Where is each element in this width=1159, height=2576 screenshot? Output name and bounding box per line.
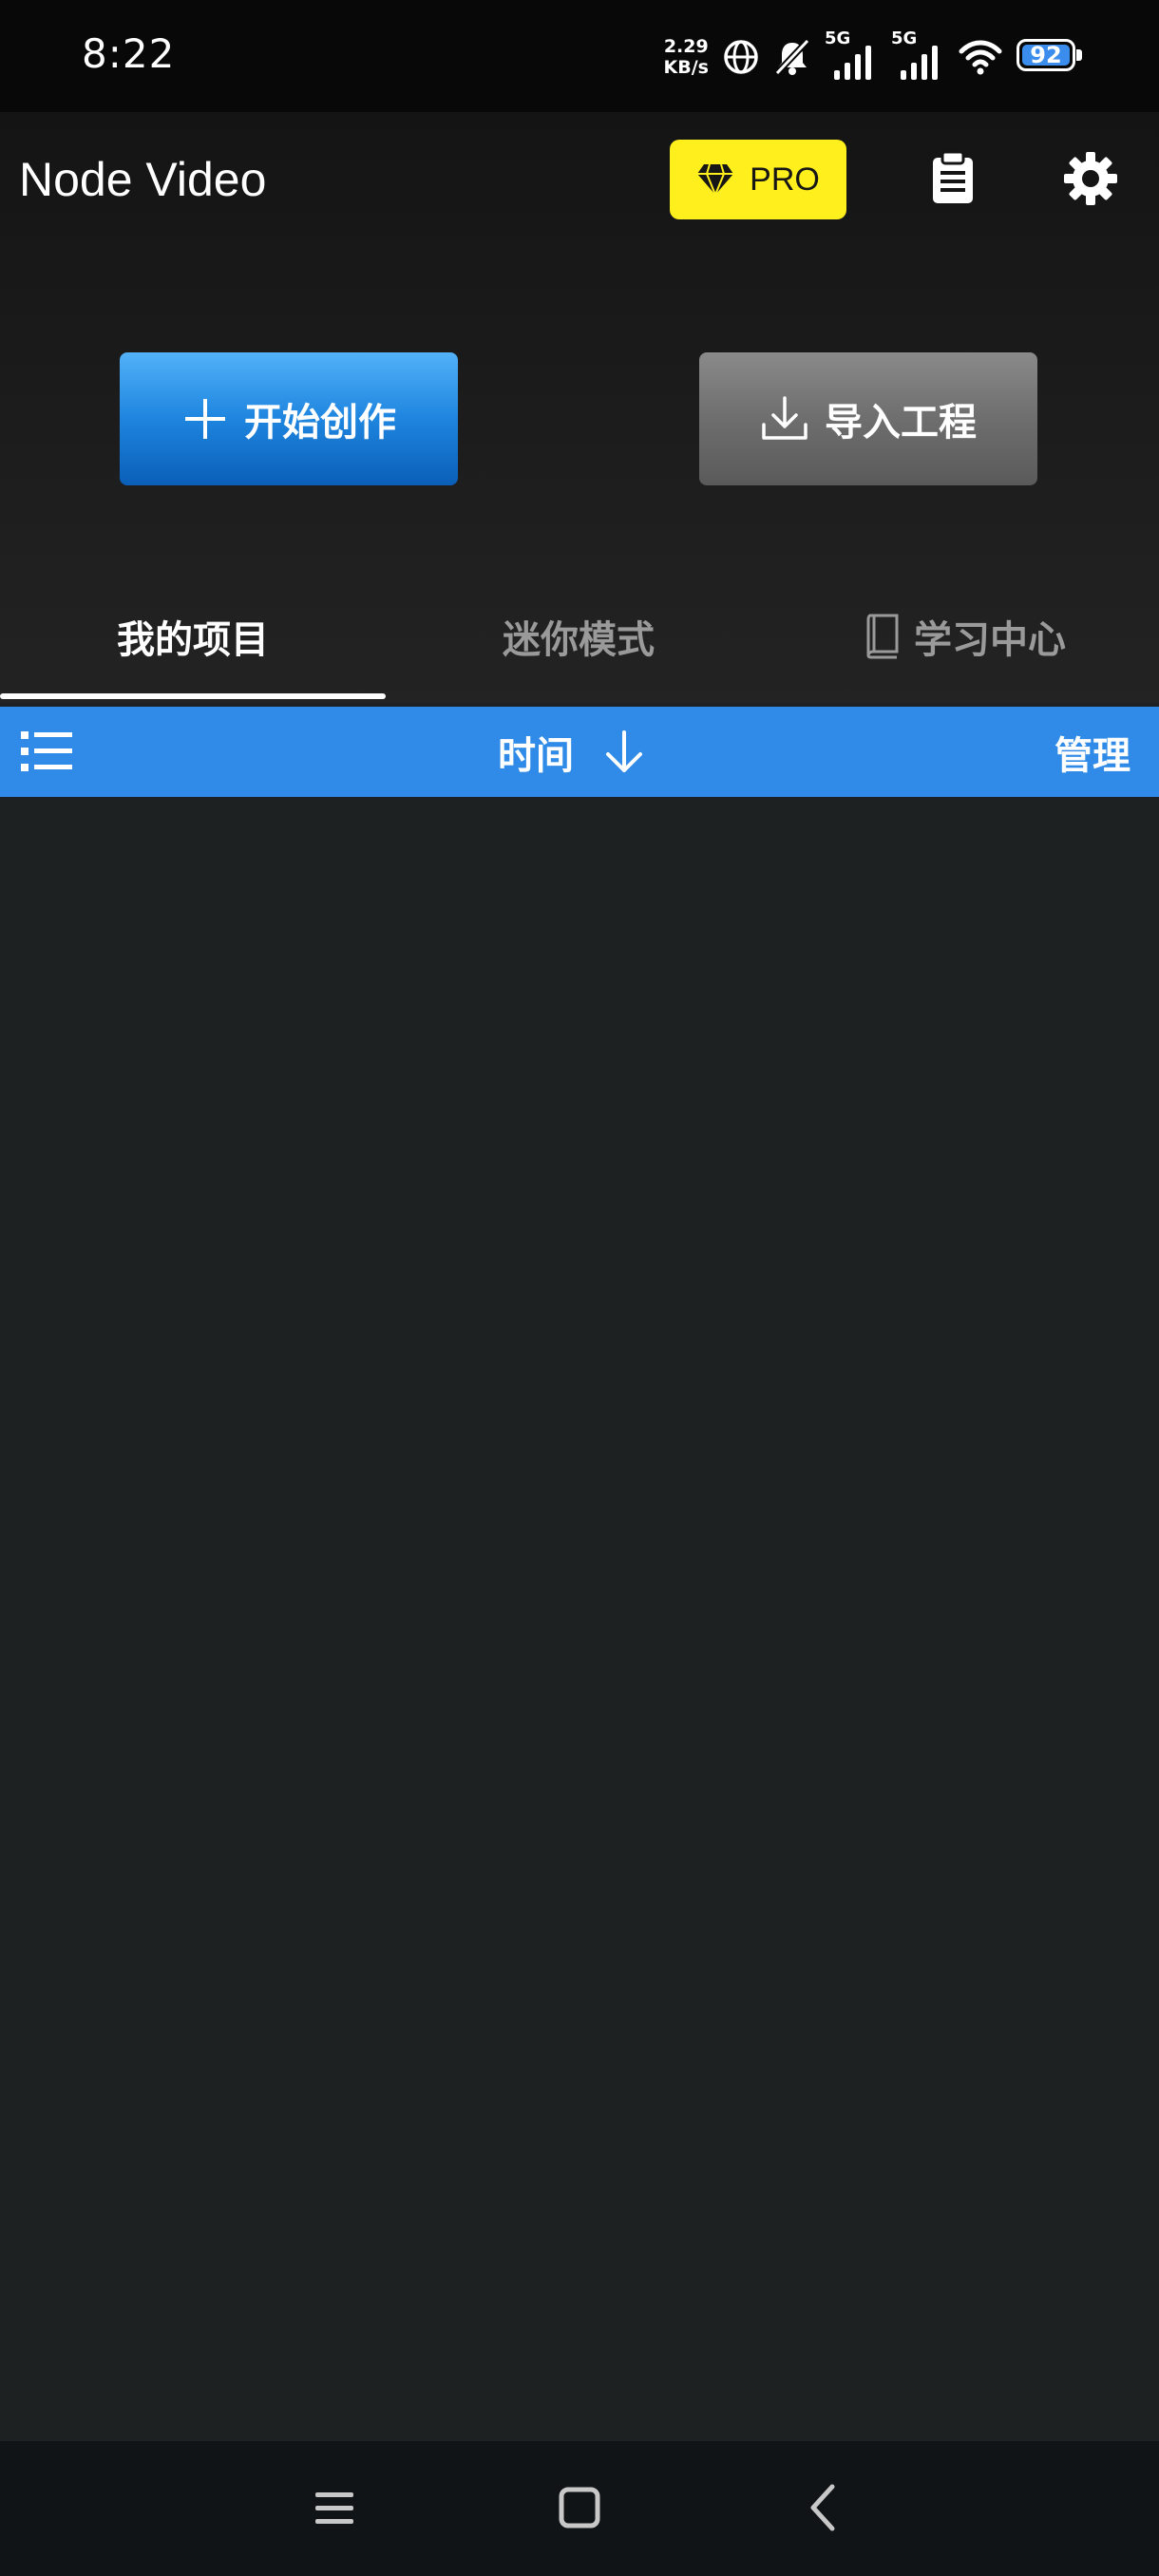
diamond-icon — [697, 163, 734, 197]
plus-icon — [185, 399, 225, 439]
gear-icon[interactable] — [1062, 150, 1119, 207]
manage-button[interactable]: 管理 — [1054, 707, 1130, 797]
clipboard-icon[interactable] — [931, 150, 975, 205]
tab-mini-mode[interactable]: 迷你模式 — [386, 575, 771, 698]
battery-icon: 92 — [1016, 39, 1085, 75]
system-nav-bar — [0, 2441, 1159, 2576]
arrow-down-icon — [606, 729, 642, 772]
book-icon — [866, 614, 899, 659]
sort-by-time-button[interactable]: 时间 — [498, 707, 646, 797]
status-time: 8:22 — [82, 30, 176, 77]
bell-off-icon — [774, 38, 810, 76]
tab-my-projects-label: 我的项目 — [117, 618, 269, 662]
start-create-label: 开始创作 — [244, 401, 396, 445]
pro-button[interactable]: PRO — [670, 140, 846, 219]
download-icon — [762, 396, 808, 440]
tab-mini-mode-label: 迷你模式 — [503, 618, 655, 662]
menu-icon[interactable] — [312, 2479, 357, 2536]
tab-bar: 我的项目 迷你模式 学习中心 — [0, 575, 1159, 698]
sort-bar: 时间 管理 — [0, 707, 1159, 797]
list-view-icon[interactable] — [19, 729, 74, 773]
active-tab-indicator — [0, 693, 386, 699]
tab-learning-center[interactable]: 学习中心 — [771, 575, 1159, 698]
tab-learning-center-label: 学习中心 — [914, 618, 1066, 662]
app-header: Node Video PRO 开始创作 导入工程 我的项目 迷你模式 学习中心 — [0, 112, 1159, 703]
wifi-icon — [959, 40, 1002, 75]
import-project-label: 导入工程 — [825, 401, 977, 445]
network-speed: 2.29 KB/s — [664, 36, 709, 78]
start-create-button[interactable]: 开始创作 — [120, 352, 458, 485]
status-bar: 8:22 2.29 KB/s 5G 5G 92 — [0, 0, 1159, 112]
pro-label: PRO — [750, 161, 820, 198]
signal-sim1-icon: 5G — [825, 28, 878, 82]
back-icon[interactable] — [804, 2479, 842, 2536]
network-speed-unit: KB/s — [663, 57, 709, 78]
network-speed-value: 2.29 — [663, 36, 709, 57]
status-icons: 2.29 KB/s 5G 5G 92 — [664, 27, 1085, 87]
sort-label: 时间 — [498, 733, 574, 778]
signal-sim2-icon: 5G — [891, 28, 944, 82]
import-project-button[interactable]: 导入工程 — [699, 352, 1037, 485]
globe-icon — [724, 40, 758, 74]
app-title: Node Video — [19, 153, 267, 206]
battery-level: 92 — [1030, 42, 1062, 68]
project-list — [0, 797, 1159, 2441]
tab-my-projects[interactable]: 我的项目 — [0, 575, 386, 698]
home-icon[interactable] — [556, 2479, 603, 2536]
